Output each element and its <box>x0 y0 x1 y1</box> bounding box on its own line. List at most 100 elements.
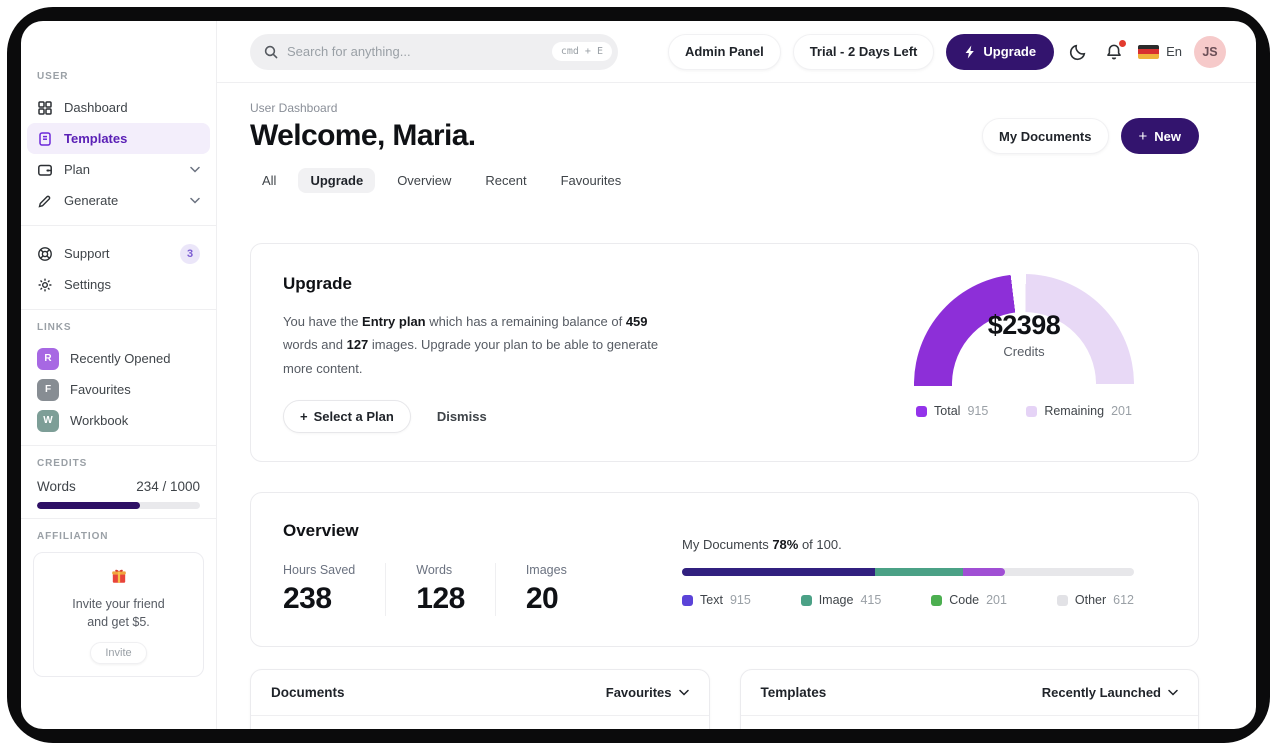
legend-item-remaining: Remaining 201 <box>1026 404 1132 418</box>
language-flag-germany[interactable] <box>1138 44 1160 59</box>
legend-item-image: Image 415 <box>800 593 881 607</box>
breadcrumb: User Dashboard <box>250 101 338 115</box>
promo-text: Invite your friend and get $5. <box>72 597 165 630</box>
tab-all[interactable]: All <box>250 168 288 193</box>
sidebar-item-generate[interactable]: Generate <box>27 185 210 216</box>
credits-value: 234 / 1000 <box>136 479 200 494</box>
overview-card: Overview Hours Saved 238 Words 128 Image… <box>250 492 1199 648</box>
bottom-cards-row: Documents Favourites Untitled Document i… <box>250 669 1199 729</box>
user-avatar[interactable]: JS <box>1194 35 1226 68</box>
bar-segment-text <box>682 568 875 577</box>
sidebar-item-dashboard[interactable]: Dashboard <box>27 92 210 123</box>
sidebar-item-label: Settings <box>64 277 111 292</box>
credits-words-row: Words 234 / 1000 <box>37 479 200 494</box>
sidebar-section-affiliation: AFFILIATION <box>37 531 109 542</box>
gauge-value: $2398 <box>987 310 1061 340</box>
language-label[interactable]: En <box>1166 44 1182 59</box>
chevron-down-icon <box>1168 689 1178 696</box>
sidebar-item-label: Recently Opened <box>70 351 171 366</box>
gauge-center-text: $2398 Credits <box>914 310 1134 359</box>
legend-item-text: Text 915 <box>682 593 751 607</box>
link-initial-badge: W <box>37 409 59 432</box>
select-plan-button[interactable]: + Select a Plan <box>283 400 411 434</box>
documents-progress-label: My Documents 78% of 100. <box>682 537 842 553</box>
upgrade-card-content: Upgrade You have the Entry plan which ha… <box>283 274 683 434</box>
plus-icon: + <box>300 409 308 425</box>
chevron-down-icon <box>190 166 200 173</box>
sidebar-item-label: Plan <box>64 162 91 177</box>
invite-button[interactable]: Invite <box>90 642 147 665</box>
sidebar-link-workbook[interactable]: W Workbook <box>27 405 210 436</box>
sidebar-item-label: Dashboard <box>64 100 128 115</box>
filter-tabs: All Upgrade Overview Recent Favourites <box>250 168 1199 193</box>
support-count-badge: 3 <box>180 243 200 264</box>
topbar: cmd + E Admin Panel Trial - 2 Days Left … <box>217 21 1256 83</box>
sidebar-item-settings[interactable]: Settings <box>27 269 210 300</box>
new-button[interactable]: + New <box>1120 118 1199 154</box>
sidebar: USER Dashboard Templates Plan Generate S… <box>21 21 217 729</box>
chevron-down-icon <box>190 197 200 204</box>
sidebar-section-credits: CREDITS <box>37 458 88 469</box>
bar-segment-image <box>875 568 963 577</box>
sidebar-item-templates[interactable]: Templates <box>27 123 210 154</box>
documents-filter-dropdown[interactable]: Favourites <box>606 685 689 700</box>
tab-overview[interactable]: Overview <box>385 168 463 193</box>
search-input[interactable] <box>287 44 544 59</box>
link-initial-badge: R <box>37 347 59 370</box>
gauge-legend: Total 915 Remaining 201 <box>916 404 1132 418</box>
templates-filter-dropdown[interactable]: Recently Launched <box>1042 685 1178 700</box>
lightning-icon <box>964 45 976 59</box>
dismiss-button[interactable]: Dismiss <box>437 409 487 424</box>
pencil-icon <box>37 193 53 209</box>
sidebar-item-plan[interactable]: Plan <box>27 154 210 185</box>
tab-upgrade[interactable]: Upgrade <box>298 168 376 193</box>
upgrade-button[interactable]: Upgrade <box>946 33 1055 70</box>
tab-favourites[interactable]: Favourites <box>549 168 634 193</box>
search-bar[interactable]: cmd + E <box>250 33 618 70</box>
sidebar-link-favourites[interactable]: F Favourites <box>27 374 210 405</box>
documents-card: Documents Favourites Untitled Document i… <box>250 669 710 729</box>
admin-panel-button[interactable]: Admin Panel <box>667 33 781 70</box>
sidebar-item-support[interactable]: Support 3 <box>27 238 210 269</box>
divider <box>21 445 216 446</box>
gauge-label: Credits <box>1003 344 1045 359</box>
legend-swatch <box>1026 405 1038 417</box>
sidebar-item-label: Templates <box>64 131 128 146</box>
affiliation-promo-card: Invite your friend and get $5. Invite <box>33 552 204 678</box>
page-header: Welcome, Maria. My Documents + New <box>250 118 1199 154</box>
wallet-icon <box>37 162 53 178</box>
notifications-bell[interactable] <box>1105 39 1127 61</box>
documents-card-header: Documents Favourites <box>251 670 709 717</box>
dark-mode-toggle[interactable] <box>1069 43 1087 61</box>
sidebar-link-recently-opened[interactable]: R Recently Opened <box>27 343 210 374</box>
legend-swatch <box>916 405 928 417</box>
overview-card-title: Overview <box>283 521 359 541</box>
legend-swatch <box>1056 594 1068 606</box>
gear-icon <box>37 277 53 293</box>
document-icon <box>37 131 53 147</box>
credits-progress-fill <box>37 502 140 509</box>
templates-card: Templates Recently Launched Blog Post Ti… <box>739 669 1199 729</box>
sidebar-item-label: Workbook <box>70 413 129 428</box>
trial-status-button[interactable]: Trial - 2 Days Left <box>792 33 935 70</box>
documents-progress-block: My Documents 78% of 100. Text 915 Image 41… <box>682 537 1134 607</box>
tab-recent[interactable]: Recent <box>473 168 538 193</box>
divider <box>21 225 216 226</box>
my-documents-button[interactable]: My Documents <box>982 118 1109 154</box>
topbar-actions: Admin Panel Trial - 2 Days Left Upgrade … <box>667 33 1226 70</box>
templates-card-title: Templates <box>760 685 827 701</box>
progress-legend: Text 915 Image 415 Code 201 Other 612 <box>682 593 1134 607</box>
credits-progress-bar <box>37 502 200 509</box>
document-row[interactable]: Untitled Document in Workbook <box>251 716 709 729</box>
main-column: cmd + E Admin Panel Trial - 2 Days Left … <box>217 21 1256 729</box>
divider <box>21 309 216 310</box>
header-actions: My Documents + New <box>982 118 1199 154</box>
overview-stats-block: Overview Hours Saved 238 Words 128 Image… <box>283 521 627 617</box>
divider <box>21 518 216 519</box>
templates-card-header: Templates Recently Launched <box>740 670 1198 717</box>
main-content: User Dashboard Welcome, Maria. My Docume… <box>217 83 1256 729</box>
credits-gauge-block: $2398 Credits Total 915 Remaining 201 <box>914 274 1134 433</box>
upgrade-card-title: Upgrade <box>283 274 352 293</box>
template-row[interactable]: Blog Post Title in Workbook <box>741 716 1199 729</box>
grid-icon <box>37 100 53 116</box>
